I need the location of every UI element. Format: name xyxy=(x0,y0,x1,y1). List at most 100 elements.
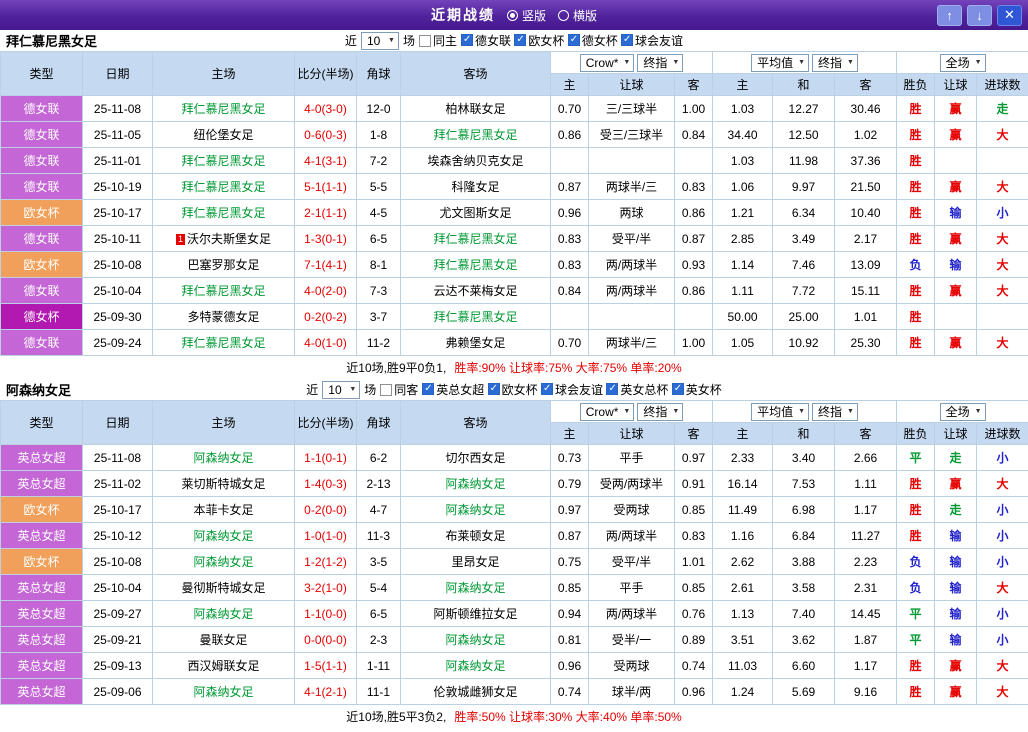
corner-score: 2-3 xyxy=(357,627,401,653)
team-name: 阿森纳女足 xyxy=(6,380,71,399)
checkbox-icon[interactable] xyxy=(461,34,473,46)
view-option-horizontal[interactable]: 横版 xyxy=(558,7,597,24)
scroll-down-button[interactable]: ↓ xyxy=(967,5,992,26)
checkbox-icon[interactable] xyxy=(488,383,500,395)
bookmaker-select[interactable]: Crow*▼ xyxy=(580,54,635,72)
asia-odds-dropdowns: Crow*▼ 终指▼ xyxy=(551,401,713,423)
checkbox-icon[interactable] xyxy=(380,384,392,396)
summary-stats: 胜率:50% 让球率:30% 大率:40% 单率:50% xyxy=(454,708,681,725)
col-euro-draw: 和 xyxy=(773,74,835,96)
same-side-checkbox[interactable]: 同主 xyxy=(419,32,457,49)
checkbox-icon[interactable] xyxy=(541,383,553,395)
handicap-outcome: 赢 xyxy=(935,471,977,497)
average-stage-select[interactable]: 终指▼ xyxy=(812,403,858,421)
competition-checkbox[interactable]: 欧女杯 xyxy=(514,32,564,49)
result-outcome: 胜 xyxy=(897,471,935,497)
asia-away-odds: 0.84 xyxy=(675,122,713,148)
asia-home-odds: 0.84 xyxy=(551,278,589,304)
corner-score: 5-5 xyxy=(357,174,401,200)
competition-checkbox[interactable]: 欧女杯 xyxy=(488,381,538,398)
euro-away-odds: 30.46 xyxy=(835,96,897,122)
checkbox-label: 球会友谊 xyxy=(555,381,603,398)
chevron-down-icon: ▼ xyxy=(975,408,982,415)
competition-checkbox[interactable]: 英女总杯 xyxy=(606,381,668,398)
match-row: 英总女超 25-10-04 曼彻斯特城女足 3-2(1-0) 5-4 阿森纳女足… xyxy=(1,575,1028,601)
checkbox-icon[interactable] xyxy=(514,34,526,46)
match-row: 欧女杯 25-10-08 巴塞罗那女足 7-1(4-1) 8-1 拜仁慕尼黑女足… xyxy=(1,252,1028,278)
checkbox-icon[interactable] xyxy=(422,383,434,395)
match-date: 25-10-17 xyxy=(83,497,153,523)
scope-dropdown: 全场▼ xyxy=(897,52,1028,74)
asia-home-odds: 0.74 xyxy=(551,679,589,705)
scope-select[interactable]: 全场▼ xyxy=(940,403,986,421)
competition-checkbox[interactable]: 英女杯 xyxy=(672,381,722,398)
handicap-outcome: 输 xyxy=(935,523,977,549)
goals-outcome: 大 xyxy=(977,226,1028,252)
titlebar-buttons: ↑ ↓ ✕ xyxy=(937,5,1022,26)
bookmaker-stage-select[interactable]: 终指▼ xyxy=(637,54,683,72)
home-team: 阿森纳女足 xyxy=(153,445,295,471)
average-select[interactable]: 平均值▼ xyxy=(751,54,809,72)
euro-away-odds: 13.09 xyxy=(835,252,897,278)
checkbox-icon[interactable] xyxy=(672,383,684,395)
asia-away-odds: 1.00 xyxy=(675,96,713,122)
competition-checkbox[interactable]: 英总女超 xyxy=(422,381,484,398)
goals-outcome: 小 xyxy=(977,549,1028,575)
handicap-outcome: 赢 xyxy=(935,330,977,356)
home-team: 纽伦堡女足 xyxy=(153,122,295,148)
euro-away-odds: 11.27 xyxy=(835,523,897,549)
competition-checkbox[interactable]: 德女联 xyxy=(461,32,511,49)
checkbox-icon[interactable] xyxy=(621,34,633,46)
match-count-select[interactable]: 10▼ xyxy=(361,32,399,50)
radio-selected-icon[interactable] xyxy=(507,10,518,21)
competition-checkbox[interactable]: 球会友谊 xyxy=(621,32,683,49)
asia-home-odds: 0.85 xyxy=(551,575,589,601)
col-asia-handicap: 让球 xyxy=(589,423,675,445)
col-euro-away: 客 xyxy=(835,74,897,96)
home-team: 本菲卡女足 xyxy=(153,497,295,523)
result-outcome: 胜 xyxy=(897,653,935,679)
bookmaker-select[interactable]: Crow*▼ xyxy=(580,403,635,421)
goals-outcome xyxy=(977,304,1028,330)
checkbox-icon[interactable] xyxy=(606,383,618,395)
corner-score: 11-3 xyxy=(357,523,401,549)
score: 0-0(0-0) xyxy=(295,627,357,653)
asia-handicap: 受平/半 xyxy=(589,549,675,575)
match-date: 25-10-04 xyxy=(83,278,153,304)
results-table: 类型 日期 主场 比分(半场) 角球 客场 Crow*▼ 终指▼ 平均值▼ 终指… xyxy=(0,51,1028,356)
asia-home-odds: 0.81 xyxy=(551,627,589,653)
away-team: 弗赖堡女足 xyxy=(401,330,551,356)
home-team: 多特蒙德女足 xyxy=(153,304,295,330)
bookmaker-stage-select[interactable]: 终指▼ xyxy=(637,403,683,421)
euro-away-odds: 14.45 xyxy=(835,601,897,627)
competition-checkbox[interactable]: 球会友谊 xyxy=(541,381,603,398)
euro-home-odds: 2.61 xyxy=(713,575,773,601)
view-option-vertical[interactable]: 竖版 xyxy=(507,7,546,24)
col-goals-result: 进球数 xyxy=(977,74,1028,96)
handicap-outcome: 输 xyxy=(935,252,977,278)
scroll-up-button[interactable]: ↑ xyxy=(937,5,962,26)
average-stage-select[interactable]: 终指▼ xyxy=(812,54,858,72)
result-outcome: 胜 xyxy=(897,174,935,200)
radio-unselected-icon[interactable] xyxy=(558,10,569,21)
checkbox-icon[interactable] xyxy=(419,35,431,47)
match-row: 欧女杯 25-10-17 本菲卡女足 0-2(0-0) 4-7 阿森纳女足 0.… xyxy=(1,497,1028,523)
competition-checkbox[interactable]: 德女杯 xyxy=(568,32,618,49)
checkbox-label: 英女杯 xyxy=(686,381,722,398)
euro-home-odds: 11.49 xyxy=(713,497,773,523)
away-team: 阿森纳女足 xyxy=(401,471,551,497)
match-count-select[interactable]: 10▼ xyxy=(322,381,360,399)
col-result: 胜负 xyxy=(897,74,935,96)
home-team: 拜仁慕尼黑女足 xyxy=(153,174,295,200)
goals-outcome: 大 xyxy=(977,330,1028,356)
asia-odds-dropdowns: Crow*▼ 终指▼ xyxy=(551,52,713,74)
checkbox-icon[interactable] xyxy=(568,34,580,46)
close-button[interactable]: ✕ xyxy=(997,5,1022,26)
same-side-checkbox[interactable]: 同客 xyxy=(380,381,418,398)
average-select[interactable]: 平均值▼ xyxy=(751,403,809,421)
scope-select[interactable]: 全场▼ xyxy=(940,54,986,72)
euro-draw-odds: 6.98 xyxy=(773,497,835,523)
euro-draw-odds: 3.49 xyxy=(773,226,835,252)
asia-home-odds: 0.83 xyxy=(551,252,589,278)
col-euro-away: 客 xyxy=(835,423,897,445)
